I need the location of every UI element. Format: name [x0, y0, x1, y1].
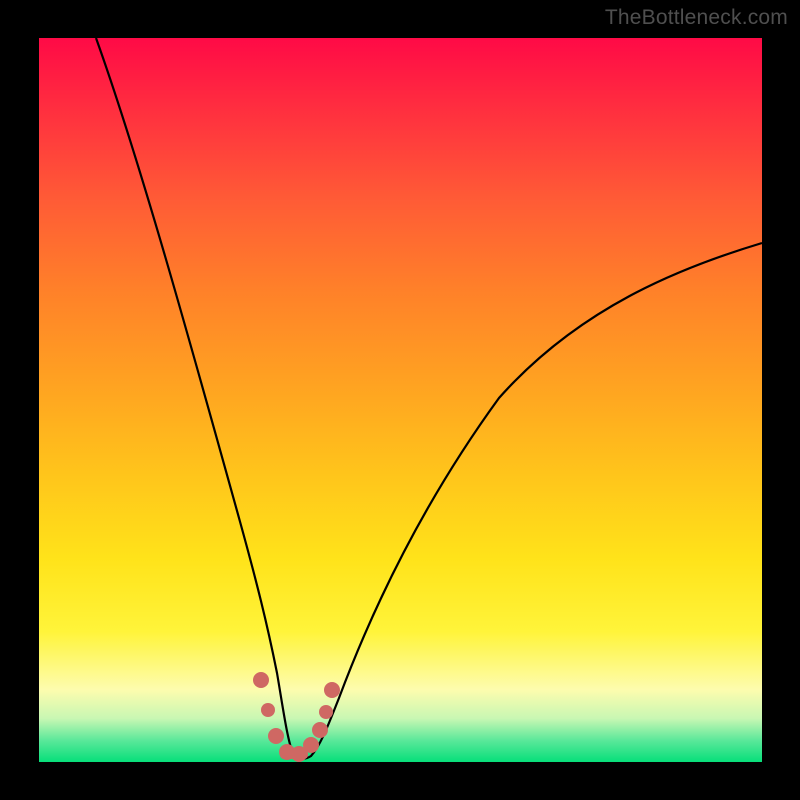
bottleneck-curve	[96, 38, 762, 759]
chart-frame: TheBottleneck.com	[0, 0, 800, 800]
chart-plot-area	[39, 38, 762, 762]
highlight-dots	[253, 672, 340, 762]
bottleneck-chart-svg	[39, 38, 762, 762]
watermark-text: TheBottleneck.com	[605, 6, 788, 30]
